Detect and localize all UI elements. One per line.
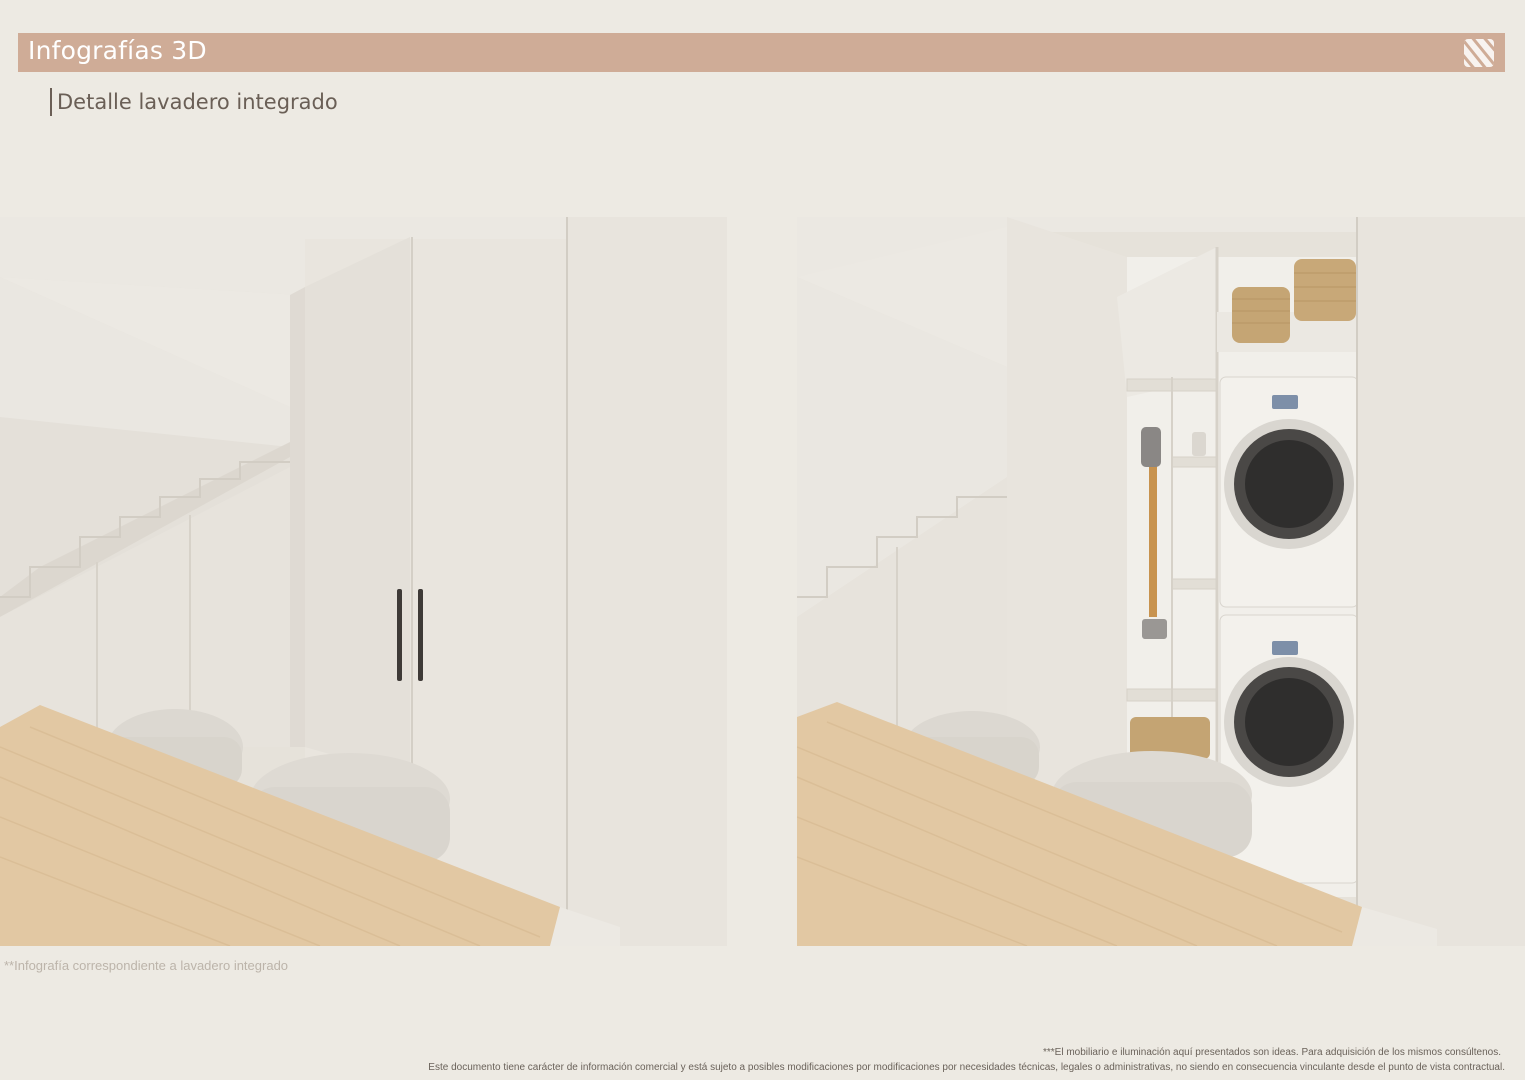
page-title: Infografías 3D [28,36,207,65]
furniture-footnote: ***El mobiliario e iluminación aquí pres… [1042,1047,1501,1058]
section-heading: Detalle lavadero integrado [50,88,338,116]
image-caption: **Infografía correspondiente a lavadero … [4,958,289,973]
section-subtitle: Detalle lavadero integrado [57,90,338,114]
diagonal-stripes-logo-icon [1463,38,1495,68]
render-open-laundry [797,217,1525,946]
legal-footnote: Este documento tiene carácter de informa… [428,1062,1505,1073]
render-closed-cabinet [0,217,727,946]
header-bar: Infografías 3D [18,33,1505,72]
